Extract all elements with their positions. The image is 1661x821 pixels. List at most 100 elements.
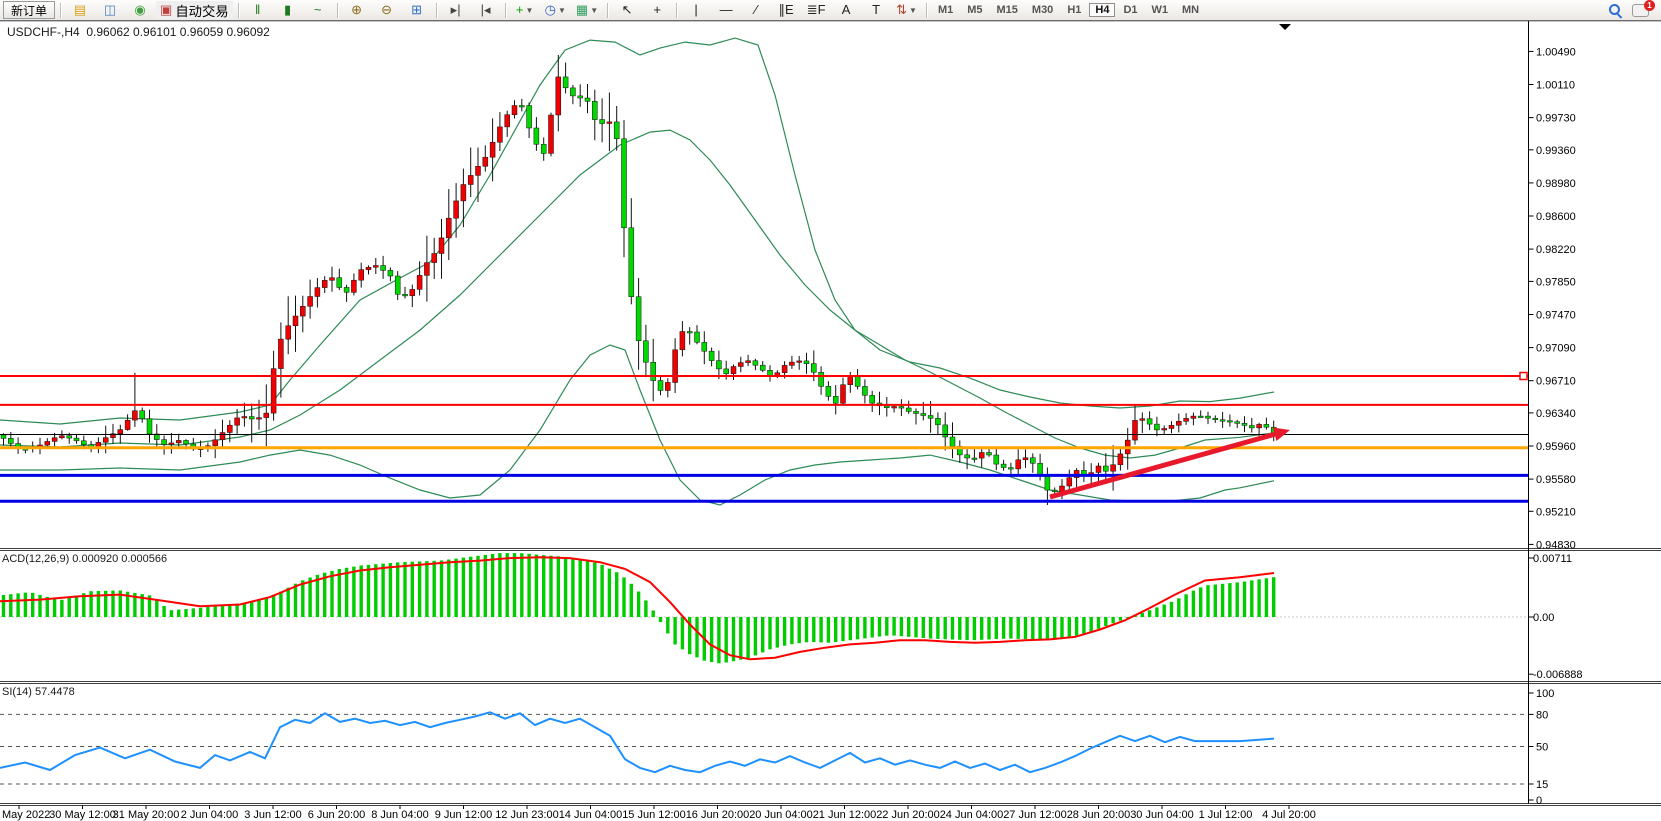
- timeframe-d1[interactable]: D1: [1117, 3, 1143, 17]
- candle: [1176, 421, 1181, 425]
- trading-platform-window: 新订单 ▤ ◫◉ ▣ 自动交易 ‖▮~ ⊕⊖ ⊞ ▸||◂ +▼◷▼▦▼ ↖+ | —…: [0, 0, 1661, 821]
- chart-window-icon: ▤: [74, 1, 86, 19]
- zoom-in-icon[interactable]: ⊕: [343, 0, 371, 20]
- zoom-out-icon[interactable]: ⊖: [373, 0, 401, 20]
- toolbar-group-zoom: ⊕⊖ ⊞: [342, 0, 432, 20]
- candle: [1147, 419, 1152, 424]
- candles-layer: [1, 55, 1276, 505]
- candle: [1001, 464, 1006, 467]
- candle: [1103, 466, 1108, 471]
- candle: [1191, 416, 1196, 418]
- candle: [811, 364, 816, 373]
- candle: [286, 326, 291, 339]
- main-toolbar: 新订单 ▤ ◫◉ ▣ 自动交易 ‖▮~ ⊕⊖ ⊞ ▸||◂ +▼◷▼▦▼ ↖+ | —…: [0, 0, 1661, 21]
- market-watch-icon[interactable]: ◫: [96, 0, 124, 20]
- price-chart[interactable]: 1.004901.001100.997300.993600.989800.986…: [0, 0, 1661, 821]
- candle: [541, 144, 546, 153]
- timeframe-m1[interactable]: M1: [932, 3, 959, 17]
- time-tick-label: 6 Jun 20:00: [308, 809, 366, 821]
- time-axis[interactable]: May 202230 May 12:0031 May 20:002 Jun 04…: [2, 806, 1316, 821]
- crosshair-icon[interactable]: +: [643, 0, 671, 20]
- periods-icon[interactable]: ◷▼: [541, 0, 570, 20]
- dropdown-caret-icon[interactable]: ▼: [558, 6, 566, 15]
- candle: [563, 77, 568, 88]
- new-order-button[interactable]: 新订单: [3, 1, 55, 19]
- fibonacci-icon[interactable]: ≣F: [802, 0, 830, 20]
- candle: [8, 438, 13, 443]
- candle: [490, 142, 495, 157]
- toolbar-separator: [60, 3, 61, 18]
- chart-shift-marker[interactable]: [1279, 24, 1291, 30]
- candle: [636, 297, 641, 341]
- tile-windows-icon[interactable]: ⊞: [403, 0, 431, 20]
- price-axis[interactable]: 1.004901.001100.997300.993600.989800.986…: [1529, 46, 1583, 807]
- candle: [1257, 424, 1262, 428]
- line-anchor-square[interactable]: [1520, 373, 1527, 380]
- cursor-icon[interactable]: ↖: [613, 0, 641, 20]
- tile-windows-icon: ⊞: [411, 1, 422, 19]
- chart-shift-icon[interactable]: |◂: [472, 0, 500, 20]
- price-tick-label: 0.99730: [1536, 113, 1576, 125]
- candle: [351, 280, 356, 292]
- price-tick-label: 0.99360: [1536, 145, 1576, 157]
- timeframe-m5[interactable]: M5: [961, 3, 988, 17]
- timeframe-h4[interactable]: H4: [1089, 3, 1115, 17]
- dropdown-caret-icon[interactable]: ▼: [525, 6, 533, 15]
- chart-window-icon[interactable]: ▤: [66, 0, 94, 20]
- candle: [1140, 419, 1145, 421]
- candle: [884, 406, 889, 408]
- channel-icon[interactable]: ∥E: [772, 0, 800, 20]
- horizontal-line-icon: —: [720, 1, 733, 19]
- toolbar-right: 1: [1609, 4, 1655, 17]
- price-line-badges: [1520, 373, 1527, 380]
- candle: [446, 218, 451, 238]
- vertical-line-icon[interactable]: |: [682, 0, 710, 20]
- time-tick-label: 16 Jun 20:00: [686, 809, 750, 821]
- candle: [614, 122, 619, 139]
- horizontal-line-icon[interactable]: —: [712, 0, 740, 20]
- trendline-icon[interactable]: ∕: [742, 0, 770, 20]
- auto-trading-button[interactable]: ▣ 自动交易: [156, 1, 233, 19]
- dropdown-caret-icon[interactable]: ▼: [909, 6, 917, 15]
- candle: [330, 278, 335, 281]
- time-tick-label: 3 Jun 12:00: [244, 809, 302, 821]
- candle: [293, 316, 298, 326]
- time-tick-label: 28 Jun 20:00: [1067, 809, 1131, 821]
- text-label-icon[interactable]: T: [862, 0, 890, 20]
- line-chart-icon[interactable]: ~: [304, 0, 332, 20]
- candle: [738, 363, 743, 367]
- macd-tick-label: -0.006888: [1533, 669, 1583, 681]
- bollinger-middle: [0, 130, 1274, 458]
- arrows-icon: ⇅: [896, 1, 907, 19]
- candle: [424, 263, 429, 276]
- candle: [760, 365, 765, 370]
- candle: [118, 430, 123, 434]
- auto-scroll-icon[interactable]: ▸|: [442, 0, 470, 20]
- candlestick-chart-icon[interactable]: ▮: [274, 0, 302, 20]
- price-tick-label: 0.95960: [1536, 441, 1576, 453]
- arrows-icon[interactable]: ⇅▼: [892, 0, 921, 20]
- search-icon[interactable]: [1609, 4, 1622, 17]
- timeframe-m15[interactable]: M15: [991, 3, 1024, 17]
- candle: [1169, 425, 1174, 428]
- bar-chart-icon[interactable]: ‖: [244, 0, 272, 20]
- signals-icon[interactable]: ◉: [126, 0, 154, 20]
- candle: [833, 396, 838, 403]
- candle: [132, 411, 137, 420]
- candle: [687, 332, 692, 334]
- notifications-icon[interactable]: 1: [1632, 4, 1649, 17]
- candle: [308, 297, 313, 307]
- timeframe-m30[interactable]: M30: [1026, 3, 1059, 17]
- timeframe-mn[interactable]: MN: [1176, 3, 1205, 17]
- toolbar-separator: [238, 3, 239, 18]
- indicators-icon[interactable]: +▼: [511, 0, 539, 20]
- dropdown-caret-icon[interactable]: ▼: [590, 6, 598, 15]
- price-tick-label: 0.98980: [1536, 178, 1576, 190]
- timeframe-w1[interactable]: W1: [1146, 3, 1175, 17]
- candle: [746, 361, 751, 363]
- templates-icon[interactable]: ▦▼: [572, 0, 602, 20]
- timeframe-h1[interactable]: H1: [1061, 3, 1087, 17]
- candle: [1045, 476, 1050, 491]
- candle: [388, 270, 393, 276]
- text-icon[interactable]: A: [832, 0, 860, 20]
